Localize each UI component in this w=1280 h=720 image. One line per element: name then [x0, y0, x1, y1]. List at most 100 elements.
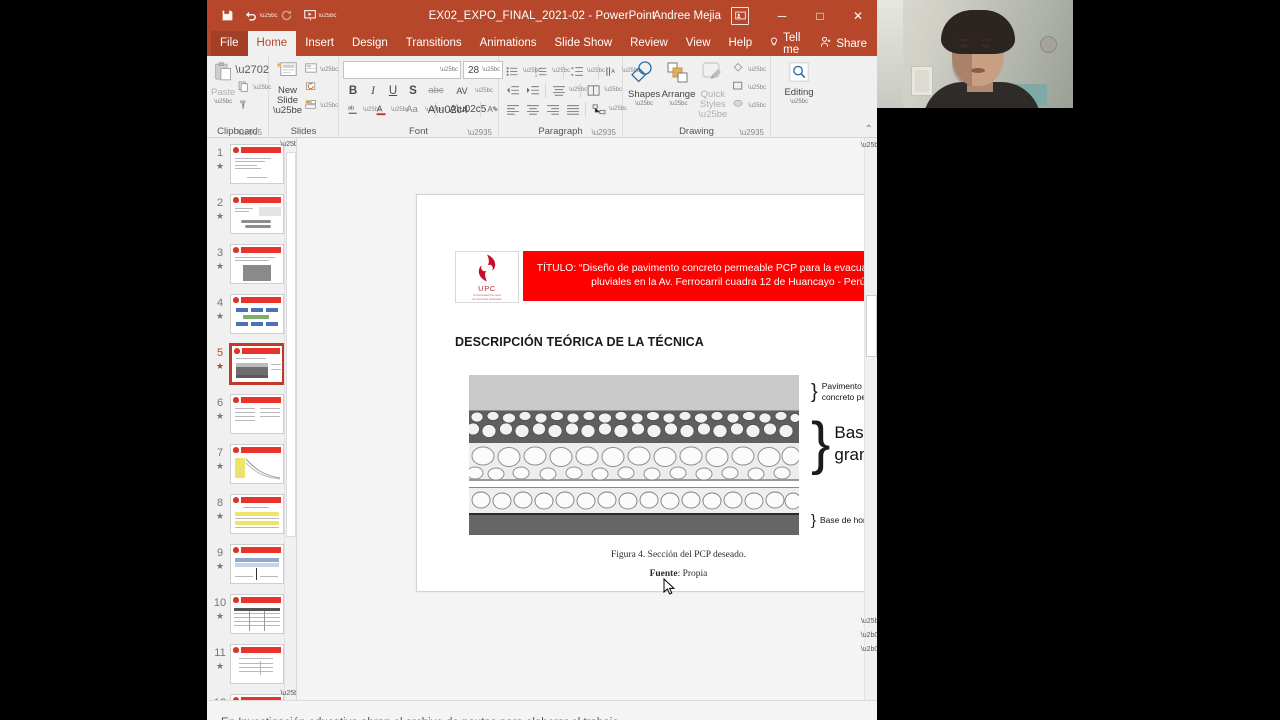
reset-button[interactable]	[302, 79, 338, 96]
tab-design[interactable]: Design	[343, 31, 397, 56]
align-text-button[interactable]	[549, 81, 568, 99]
layout-button[interactable]: \u25bc	[302, 61, 338, 78]
section-dropdown-icon[interactable]: \u25bc	[320, 103, 338, 109]
list-item[interactable]: 9 ★	[207, 544, 296, 592]
format-painter-button[interactable]	[235, 97, 271, 114]
list-item[interactable]: 8 ★	[207, 494, 296, 542]
slide-heading[interactable]: DESCRIPCIÓN TEÓRICA DE LA TÉCNICA	[455, 335, 704, 349]
list-item[interactable]: 11 ★	[207, 644, 296, 692]
shape-outline-button[interactable]: \u25bc	[730, 79, 766, 96]
section-button[interactable]: \u25bc	[302, 97, 338, 114]
text-shadow-button[interactable]: S	[403, 81, 423, 100]
paste-dropdown-icon[interactable]: \u25bc	[214, 99, 232, 105]
font-name-input[interactable]: \u25bc	[343, 61, 461, 79]
thumbnail-preview[interactable]	[230, 594, 284, 634]
slide-editing-pane[interactable]: UPC Universidad Peruana de Ciencias Apli…	[297, 138, 877, 700]
clipboard-dialog-launcher[interactable]: \u2935	[238, 128, 262, 137]
thumbnails-scroll-up-icon[interactable]: \u25b2	[280, 138, 296, 151]
align-text-dropdown-icon[interactable]: \u25bc	[569, 87, 587, 93]
list-item[interactable]: 10 ★	[207, 594, 296, 642]
decrease-font-size-button[interactable]: A\u02c5	[450, 100, 487, 119]
bold-button[interactable]: B	[343, 81, 363, 100]
copy-button[interactable]: \u25bc	[235, 79, 271, 96]
scroll-down-icon[interactable]: \u25bc	[861, 614, 877, 628]
paste-button[interactable]: Paste \u25bc	[211, 59, 235, 105]
slide-thumbnails-pane[interactable]: 1 ★ 2 ★ 3 ★ 4 ★ 5 ★ 6 ★ 7 ★ 8 ★ 9 ★ 10 ★…	[207, 138, 297, 700]
tab-help[interactable]: Help	[720, 31, 762, 56]
numbering-dropdown-icon[interactable]: \u25bc	[552, 68, 570, 74]
font-size-dropdown-icon[interactable]: \u25bc	[479, 67, 500, 73]
new-slide-button[interactable]: New Slide \u25be	[273, 59, 302, 116]
scroll-up-icon[interactable]: \u25b2	[861, 138, 877, 152]
list-item[interactable]: 1 ★	[207, 144, 296, 192]
arrange-dropdown-icon[interactable]: \u25bc	[669, 101, 687, 107]
underline-button[interactable]: U	[383, 81, 403, 100]
numbering-button[interactable]: 123	[532, 62, 551, 80]
shapes-dropdown-icon[interactable]: \u25bc	[635, 101, 653, 107]
columns-button[interactable]	[584, 81, 603, 99]
account-user-name[interactable]: Andree Mejia	[653, 10, 721, 22]
thumbnails-scroll-thumb[interactable]	[286, 152, 296, 537]
customize-qat-icon[interactable]: \u25bc	[319, 5, 337, 27]
bullets-dropdown-icon[interactable]: \u25bc	[523, 68, 541, 74]
list-item[interactable]: 5 ★	[207, 343, 296, 392]
thumbnail-preview[interactable]	[230, 494, 284, 534]
shapes-button[interactable]: Shapes \u25bc	[627, 59, 661, 107]
tab-transitions[interactable]: Transitions	[397, 31, 471, 56]
tab-file[interactable]: File	[211, 31, 248, 56]
figure-caption[interactable]: Figura 4. Sección del PCP deseado.	[417, 550, 877, 560]
line-spacing-button[interactable]	[567, 62, 586, 80]
line-spacing-dropdown-icon[interactable]: \u25bc	[587, 68, 605, 74]
decrease-indent-button[interactable]	[503, 81, 522, 99]
shape-effects-button[interactable]: \u25bc	[730, 97, 766, 114]
undo-dropdown-icon[interactable]: \u25bc	[260, 5, 278, 27]
convert-to-smartart-button[interactable]	[589, 100, 608, 118]
shape-outline-dropdown-icon[interactable]: \u25bc	[748, 85, 766, 91]
shape-fill-dropdown-icon[interactable]: \u25bc	[748, 67, 766, 73]
notes-text[interactable]: En Investigación educativa abran el arch…	[221, 717, 619, 720]
maximize-button[interactable]: □	[801, 0, 839, 31]
close-button[interactable]: ✕	[839, 0, 877, 31]
align-right-button[interactable]	[543, 100, 562, 118]
next-slide-icon[interactable]: \u2b07	[861, 642, 877, 656]
smartart-dropdown-icon[interactable]: \u25bc	[609, 106, 627, 112]
change-case-button[interactable]: Aa	[399, 100, 425, 119]
current-slide[interactable]: UPC Universidad Peruana de Ciencias Apli…	[416, 194, 877, 592]
font-color-button[interactable]: A	[371, 100, 391, 119]
share-button[interactable]: Share	[816, 31, 877, 56]
align-left-button[interactable]	[503, 100, 522, 118]
character-spacing-dropdown-icon[interactable]: \u25bc	[475, 88, 493, 94]
notes-pane[interactable]: En Investigación educativa abran el arch…	[207, 700, 877, 720]
tell-me-search[interactable]: Tell me	[761, 31, 816, 56]
redo-icon[interactable]	[275, 5, 297, 27]
pavement-section-figure[interactable]: } Pavimento de concreto permeable } Base	[466, 375, 877, 545]
tab-review[interactable]: Review	[621, 31, 677, 56]
quick-styles-button[interactable]: Quick Styles \u25be	[696, 59, 730, 120]
text-highlight-color-button[interactable]: ab	[343, 100, 363, 119]
tab-insert[interactable]: Insert	[296, 31, 343, 56]
webcam-video-overlay[interactable]	[877, 0, 1073, 108]
arrange-button[interactable]: Arrange \u25bc	[661, 59, 695, 107]
increase-indent-button[interactable]	[523, 81, 542, 99]
cut-button[interactable]: \u2702	[235, 61, 271, 78]
tab-animations[interactable]: Animations	[471, 31, 546, 56]
drawing-dialog-launcher[interactable]: \u2935	[740, 128, 764, 137]
thumbnail-preview[interactable]	[230, 394, 284, 434]
italic-button[interactable]: I	[363, 81, 383, 100]
font-name-dropdown-icon[interactable]: \u25bc	[437, 67, 458, 73]
character-spacing-button[interactable]: AV	[449, 81, 475, 100]
thumbnail-preview[interactable]	[230, 244, 284, 284]
minimize-button[interactable]: ─	[763, 0, 801, 31]
previous-slide-icon[interactable]: \u2b06	[861, 628, 877, 642]
thumbnail-preview[interactable]	[230, 544, 284, 584]
columns-dropdown-icon[interactable]: \u25bc	[604, 87, 622, 93]
shape-fill-button[interactable]: \u25bc	[730, 61, 766, 78]
figure-source[interactable]: Fuente: Propia	[417, 569, 877, 579]
thumbnail-preview[interactable]	[230, 294, 284, 334]
strikethrough-button[interactable]: abc	[423, 81, 449, 100]
font-color-dropdown-icon[interactable]: \u25bc	[391, 107, 409, 113]
thumbnail-preview[interactable]	[230, 144, 284, 184]
align-center-button[interactable]	[523, 100, 542, 118]
font-size-input[interactable]: 28 \u25bc	[463, 61, 503, 79]
bullets-button[interactable]	[503, 62, 522, 80]
